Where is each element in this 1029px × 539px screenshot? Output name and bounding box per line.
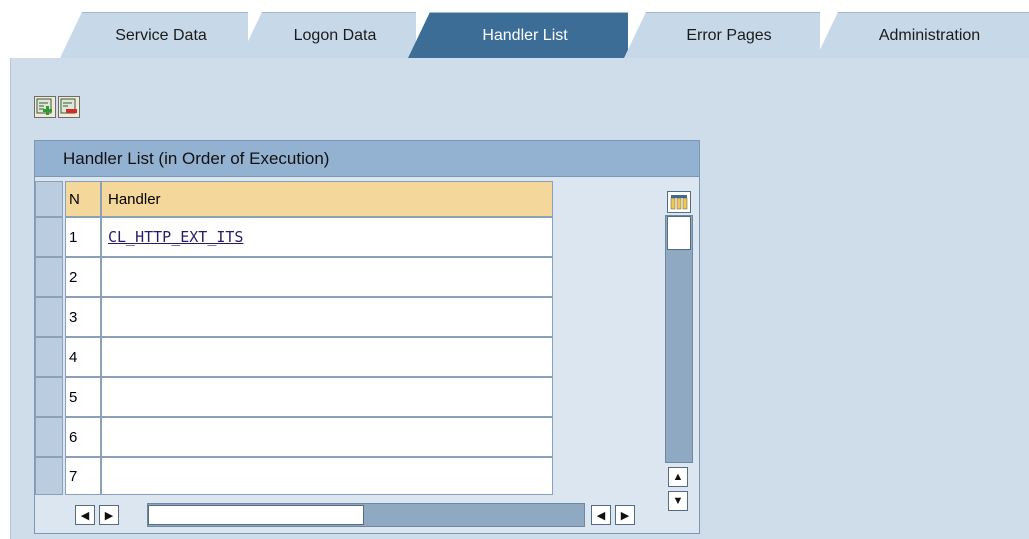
- column-header-handler[interactable]: Handler: [101, 181, 553, 217]
- tab-error-pages[interactable]: Error Pages: [624, 12, 820, 58]
- handler-cell[interactable]: [101, 297, 553, 337]
- vertical-scroll-track[interactable]: [665, 215, 693, 463]
- vertical-scrollbar[interactable]: ▲ ▼: [665, 215, 693, 511]
- column-settings-icon: [670, 195, 688, 210]
- row-number: 4: [65, 337, 101, 377]
- handler-cell[interactable]: [101, 377, 553, 417]
- horizontal-scroll-thumb[interactable]: [148, 505, 364, 525]
- scroll-up-button[interactable]: ▲: [668, 467, 688, 487]
- arrow-right-icon: ▶: [104, 509, 114, 522]
- row-number: 5: [65, 377, 101, 417]
- handler-cell[interactable]: [101, 257, 553, 297]
- scroll-right-button-fixed[interactable]: ▶: [99, 505, 119, 525]
- vertical-scroll-thumb[interactable]: [667, 216, 691, 250]
- handler-cell[interactable]: CL_HTTP_EXT_ITS: [101, 217, 553, 257]
- tab-label: Handler List: [482, 26, 568, 44]
- handler-cell[interactable]: [101, 337, 553, 377]
- column-header-number[interactable]: N: [65, 181, 101, 217]
- handler-cell[interactable]: [101, 457, 553, 495]
- scroll-left-button[interactable]: ◀: [591, 505, 611, 525]
- row-selector[interactable]: [35, 257, 63, 297]
- tab-strip: Service Data Logon Data Handler List Err…: [0, 0, 1029, 58]
- row-number: 1: [65, 217, 101, 257]
- row-number: 2: [65, 257, 101, 297]
- column-settings-button[interactable]: [667, 191, 691, 213]
- scroll-left-button-fixed[interactable]: ◀: [75, 505, 95, 525]
- tab-logon-data[interactable]: Logon Data: [240, 12, 416, 58]
- row-selector[interactable]: [35, 417, 63, 457]
- handler-list-panel: Handler List (in Order of Execution) N H…: [34, 140, 700, 534]
- arrow-right-icon: ▶: [620, 509, 630, 522]
- tab-service-data[interactable]: Service Data: [60, 12, 248, 58]
- scroll-right-button[interactable]: ▶: [615, 505, 635, 525]
- row-selector[interactable]: [35, 337, 63, 377]
- row-selector[interactable]: [35, 457, 63, 495]
- row-number: 7: [65, 457, 101, 495]
- tab-label: Service Data: [115, 26, 207, 44]
- arrow-left-icon: ◀: [596, 509, 606, 522]
- row-selector[interactable]: [35, 217, 63, 257]
- tab-label: Administration: [878, 26, 981, 44]
- row-number: 6: [65, 417, 101, 457]
- handler-cell[interactable]: [101, 417, 553, 457]
- select-all-button[interactable]: [35, 181, 63, 217]
- row-selector[interactable]: [35, 377, 63, 417]
- tab-label: Logon Data: [293, 26, 377, 44]
- delete-row-icon: [60, 98, 77, 114]
- row-number: 3: [65, 297, 101, 337]
- scroll-down-button[interactable]: ▼: [668, 491, 688, 511]
- row-selector[interactable]: [35, 297, 63, 337]
- tab-label: Error Pages: [686, 26, 772, 44]
- arrow-left-icon: ◀: [80, 509, 90, 522]
- insert-row-icon: [36, 98, 52, 115]
- tab-administration[interactable]: Administration: [816, 12, 1029, 58]
- arrow-up-icon: ▲: [672, 471, 684, 483]
- panel-title: Handler List (in Order of Execution): [35, 141, 699, 177]
- insert-row-button[interactable]: [34, 96, 56, 118]
- arrow-down-icon: ▼: [672, 495, 684, 507]
- tab-handler-list[interactable]: Handler List: [408, 12, 628, 58]
- horizontal-scroll-track[interactable]: [147, 503, 585, 527]
- delete-row-button[interactable]: [58, 96, 80, 118]
- handler-link[interactable]: CL_HTTP_EXT_ITS: [108, 228, 243, 246]
